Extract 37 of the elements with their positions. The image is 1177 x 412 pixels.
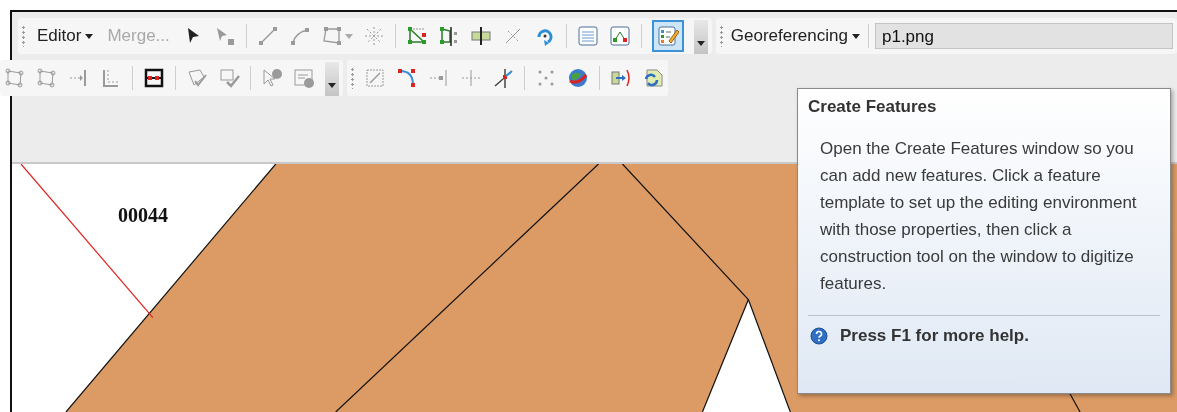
help-hint: Press F1 for more help. bbox=[840, 326, 1029, 346]
straight-segment-icon[interactable] bbox=[256, 25, 279, 47]
extent-icon[interactable] bbox=[364, 67, 386, 89]
fix-validation-icon[interactable] bbox=[218, 67, 240, 89]
point-scatter-icon[interactable] bbox=[362, 25, 385, 47]
fillet-icon[interactable] bbox=[396, 67, 418, 89]
topology-icon[interactable] bbox=[4, 67, 26, 89]
edit-vertices-icon[interactable] bbox=[405, 25, 428, 47]
globe-icon[interactable] bbox=[567, 67, 589, 89]
create-features-icon bbox=[656, 25, 679, 47]
error-window-icon[interactable] bbox=[293, 67, 315, 89]
editor-menu[interactable]: Editor bbox=[35, 24, 96, 48]
georeferencing-menu[interactable]: Georeferencing bbox=[728, 24, 862, 48]
toolbar-overflow-button[interactable] bbox=[325, 62, 339, 96]
topology-edit-icon[interactable] bbox=[36, 67, 58, 89]
layer-dropdown[interactable]: p1.png bbox=[874, 23, 1173, 49]
reshape-icon[interactable] bbox=[437, 25, 460, 47]
replace-icon[interactable] bbox=[642, 67, 664, 89]
extend-line-icon[interactable] bbox=[428, 67, 450, 89]
cross-line-icon[interactable] bbox=[460, 67, 482, 89]
validate-icon[interactable] bbox=[186, 67, 208, 89]
intersection-icon[interactable] bbox=[492, 67, 514, 89]
sketch-properties-icon[interactable] bbox=[608, 25, 631, 47]
polygon-icon[interactable] bbox=[320, 25, 343, 47]
transfer-icon[interactable] bbox=[610, 67, 632, 89]
topology-edit-tool-icon[interactable] bbox=[143, 67, 165, 89]
error-pointer-icon[interactable] bbox=[261, 67, 283, 89]
curve-segment-icon[interactable] bbox=[288, 25, 311, 47]
tooltip-text: Open the Create Features window so you can add new features. Click a feature template to set up the editing environment with those properties, then click a construction tool on the window to digitize features. bbox=[820, 138, 1138, 295]
attributes-table-icon[interactable] bbox=[576, 25, 599, 47]
help-icon bbox=[810, 327, 828, 345]
tooltip-title: Create Features bbox=[808, 97, 938, 117]
parcel-label: 00044 bbox=[118, 204, 168, 227]
create-features-button[interactable] bbox=[651, 20, 684, 52]
toolbar-overflow-button[interactable] bbox=[693, 20, 708, 54]
split-icon[interactable] bbox=[469, 25, 492, 47]
caret-icon[interactable] bbox=[344, 33, 353, 39]
